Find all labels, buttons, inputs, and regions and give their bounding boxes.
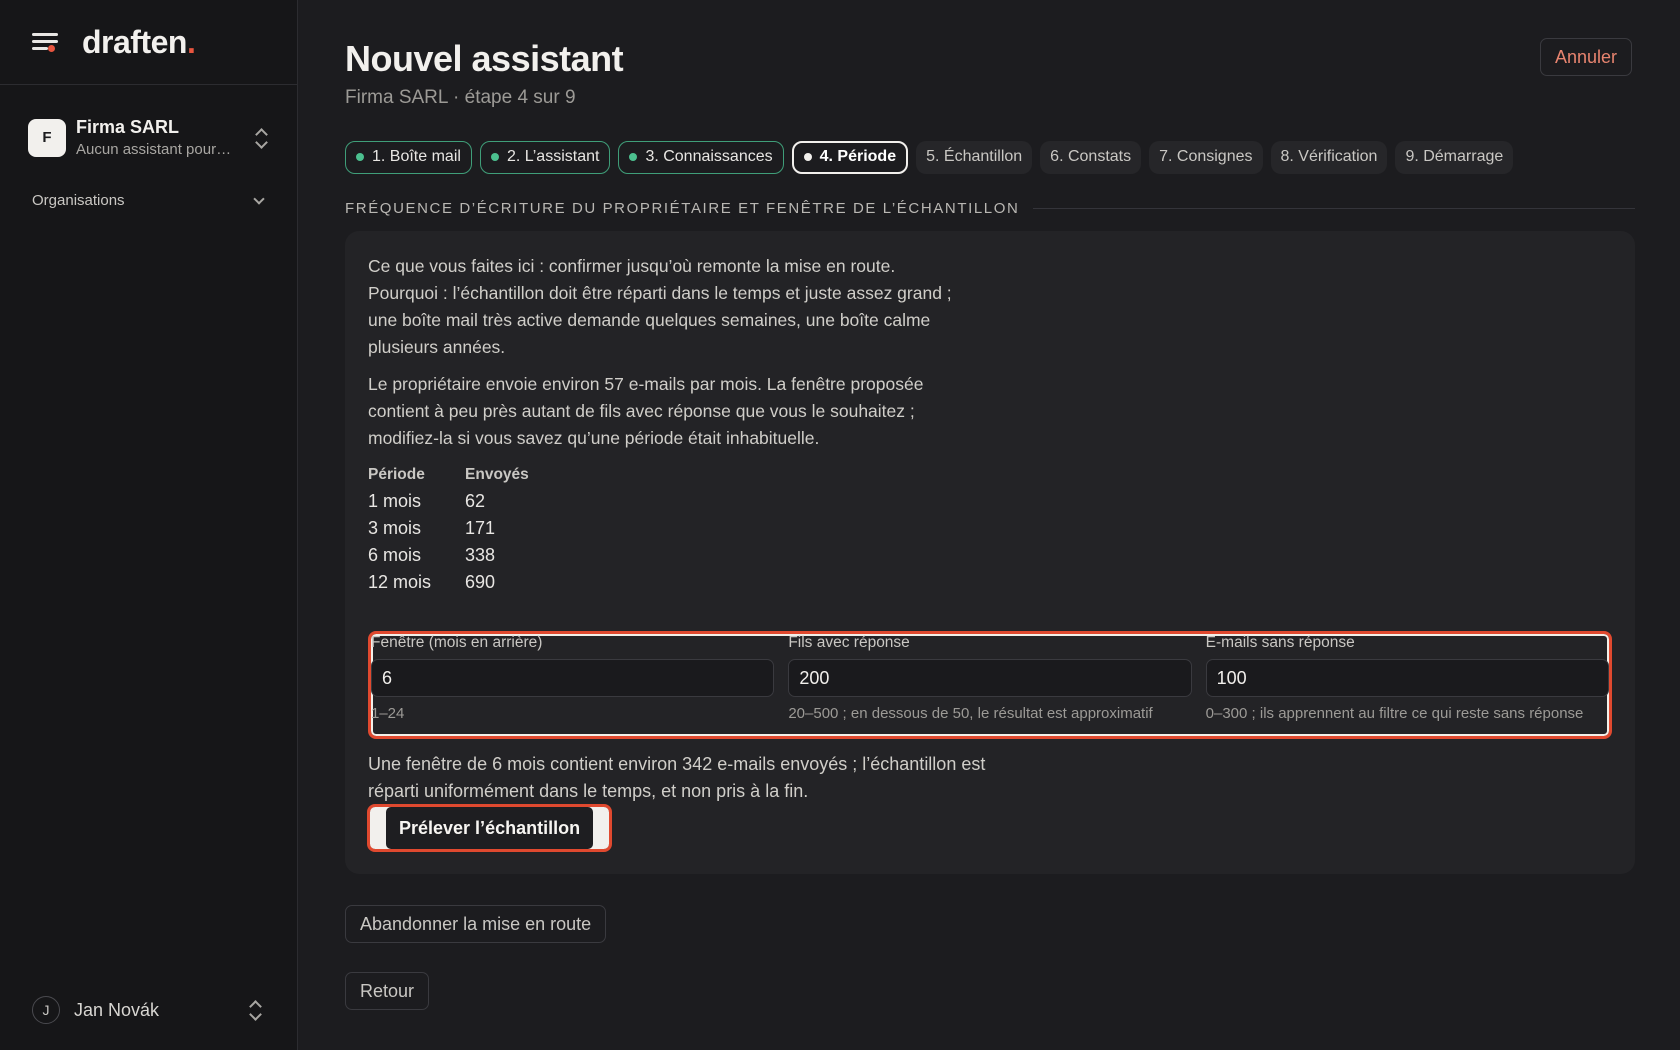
step-periode[interactable]: 4. Période [791, 140, 909, 174]
step-label: 4. Période [819, 148, 897, 165]
step-current-dot [803, 153, 812, 161]
take-sample-button[interactable]: Prélever l’échantillon [367, 804, 613, 852]
user-menu[interactable]: J Jan Novák [32, 996, 263, 1024]
step-assistant[interactable]: 2. L’assistant [479, 140, 611, 174]
step-label: 6. Constats [1050, 148, 1132, 165]
table-cell: 171 [465, 517, 496, 538]
table-row: 1 mois 62 [368, 488, 563, 515]
unreplied-emails-field: E-mails sans réponse 0–300 ; ils apprenn… [1205, 634, 1609, 736]
table-cell: 62 [465, 490, 486, 511]
replied-threads-input[interactable] [788, 659, 1192, 697]
stepper: 1. Boîte mail 2. L’assistant 3. Connaiss… [345, 140, 1635, 174]
period-card: Ce que vous faites ici : confirmer jusqu… [345, 231, 1635, 874]
step-constats[interactable]: 6. Constats [1040, 140, 1142, 174]
org-subtitle: Aucun assistant pour… [76, 141, 232, 158]
step-boite-mail[interactable]: 1. Boîte mail [345, 140, 472, 174]
table-cell: 3 mois [368, 517, 422, 538]
brand-row: draften. [0, 0, 297, 85]
main-content: Nouvel assistant Firma SARL · étape 4 su… [345, 0, 1635, 1010]
chevron-updown-icon [247, 999, 263, 1021]
org-name: Firma SARL [76, 117, 180, 137]
field-hint: 1–24 [371, 705, 405, 722]
page-subtitle: Firma SARL · étape 4 sur 9 [345, 87, 576, 108]
explanation-text: Le propriétaire envoie environ 57 e-mail… [368, 374, 924, 448]
chevron-updown-icon [253, 127, 269, 149]
brand-logo: draften. [82, 23, 196, 60]
section-header: FRÉQUENCE D’ÉCRITURE DU PROPRIÉTAIRE ET … [345, 200, 1635, 217]
table-cell: 338 [465, 544, 496, 565]
field-hint: 0–300 ; ils apprennent au filtre ce qui … [1205, 705, 1584, 722]
table-cell: 6 mois [368, 544, 422, 565]
table-header-row: Période Envoyés [368, 466, 563, 488]
field-hint: 20–500 ; en dessous de 50, le résultat e… [788, 705, 1153, 722]
sidebar: draften. F Firma SARL Aucun assistant po… [0, 0, 298, 1050]
step-label: 3. Connaissances [645, 148, 773, 165]
step-label: 8. Vérification [1280, 148, 1378, 165]
section-divider [1033, 208, 1635, 209]
step-demarrage[interactable]: 9. Démarrage [1395, 140, 1514, 174]
chevron-down-icon [253, 192, 265, 205]
table-row: 6 mois 338 [368, 542, 563, 569]
step-label: 7. Consignes [1159, 148, 1253, 165]
avatar: J [32, 996, 60, 1024]
table-cell: 1 mois [368, 490, 422, 511]
table-cell: 690 [465, 571, 496, 592]
take-sample-button-label: Prélever l’échantillon [386, 807, 594, 849]
unreplied-emails-input[interactable] [1205, 659, 1609, 697]
org-switcher[interactable]: F Firma SARL Aucun assistant pour… [0, 117, 297, 158]
sidebar-item-organisations[interactable]: Organisations [0, 192, 297, 209]
table-row: 3 mois 171 [368, 515, 563, 542]
window-months-field: Fenêtre (mois en arrière) 1–24 [371, 634, 775, 736]
org-avatar: F [28, 118, 66, 157]
cancel-button[interactable]: Annuler [1539, 38, 1632, 76]
window-months-input[interactable] [371, 659, 775, 697]
step-label: 1. Boîte mail [372, 148, 461, 165]
column-header: Envoyés [465, 466, 529, 483]
page-header: Nouvel assistant Firma SARL · étape 4 su… [345, 0, 1635, 130]
replied-threads-field: Fils avec réponse 20–500 ; en dessous de… [788, 634, 1192, 736]
step-echantillon[interactable]: 5. Échantillon [916, 140, 1033, 174]
org-text: Firma SARL Aucun assistant pour… [76, 117, 253, 158]
step-done-dot [629, 153, 638, 161]
sent-stats-table: Période Envoyés 1 mois 62 3 mois 171 6 moi… [368, 466, 563, 596]
menu-icon[interactable] [32, 31, 60, 53]
step-label: 9. Démarrage [1405, 148, 1504, 165]
field-label: Fenêtre (mois en arrière) [371, 634, 543, 651]
table-row: 12 mois 690 [368, 569, 563, 596]
abandon-setup-button[interactable]: Abandonner la mise en route [345, 905, 607, 943]
step-label: 2. L’assistant [506, 148, 600, 165]
step-verification[interactable]: 8. Vérification [1270, 140, 1388, 174]
page-title: Nouvel assistant [345, 38, 624, 79]
step-done-dot [356, 153, 364, 161]
table-cell: 12 mois [368, 571, 432, 592]
intro-text: Ce que vous faites ici : confirmer jusqu… [368, 256, 952, 357]
step-connaissances[interactable]: 3. Connaissances [618, 140, 784, 174]
window-summary-text: Une fenêtre de 6 mois contient environ 3… [368, 754, 986, 801]
section-title: FRÉQUENCE D’ÉCRITURE DU PROPRIÉTAIRE ET … [345, 200, 1020, 217]
back-button[interactable]: Retour [345, 972, 430, 1010]
sample-settings-fields: Fenêtre (mois en arrière) 1–24 Fils avec… [368, 631, 1612, 739]
step-consignes[interactable]: 7. Consignes [1149, 140, 1263, 174]
field-label: E-mails sans réponse [1205, 634, 1355, 651]
column-header: Période [368, 466, 425, 483]
step-label: 5. Échantillon [926, 148, 1023, 165]
user-name: Jan Novák [74, 999, 160, 1020]
sidebar-item-label: Organisations [32, 192, 125, 209]
step-done-dot [490, 153, 499, 161]
field-label: Fils avec réponse [788, 634, 910, 651]
